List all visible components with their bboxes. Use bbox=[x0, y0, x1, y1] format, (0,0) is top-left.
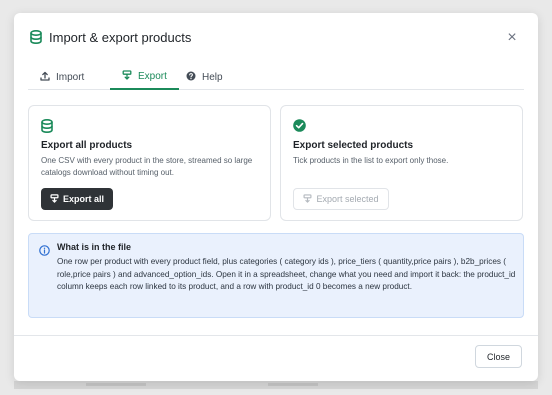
file-info-title: What is in the file bbox=[57, 242, 132, 252]
export-all-description: One CSV with every product in the store,… bbox=[41, 156, 253, 177]
tab-help[interactable]: Help bbox=[174, 65, 235, 90]
export-selected-button[interactable]: Export selected bbox=[293, 188, 389, 210]
download-icon bbox=[50, 193, 63, 205]
export-all-button[interactable]: Export all bbox=[41, 188, 113, 210]
export-selected-description: Tick products in the list to export only… bbox=[293, 156, 449, 165]
close-icon[interactable]: × bbox=[505, 30, 519, 46]
tab-import[interactable]: Import bbox=[28, 65, 96, 90]
upload-icon bbox=[40, 71, 56, 84]
tab-import-label: Import bbox=[56, 72, 85, 83]
background-content bbox=[268, 383, 318, 386]
close-button[interactable]: Close bbox=[475, 345, 522, 368]
download-icon bbox=[303, 193, 316, 205]
export-selected-card: Export selected products Tick products i… bbox=[280, 105, 523, 221]
export-all-card: Export all products One CSV with every p… bbox=[28, 105, 271, 221]
export-all-title: Export all products bbox=[41, 140, 133, 151]
dialog-title: Import & export products bbox=[49, 30, 192, 45]
import-export-dialog: Import & export products × Import Export bbox=[14, 13, 538, 381]
help-icon bbox=[186, 71, 202, 84]
tab-help-label: Help bbox=[202, 72, 223, 83]
tab-export-label: Export bbox=[138, 71, 167, 82]
file-info-callout: What is in the file One row per product … bbox=[28, 233, 524, 318]
background-content bbox=[86, 383, 146, 386]
info-icon bbox=[39, 243, 50, 261]
export-selected-button-label: Export selected bbox=[316, 194, 379, 204]
export-selected-title: Export selected products bbox=[293, 140, 414, 151]
tab-export[interactable]: Export bbox=[110, 65, 179, 90]
database-icon bbox=[30, 29, 42, 45]
database-icon bbox=[41, 118, 53, 138]
footer-divider bbox=[14, 335, 538, 336]
dialog-header: Import & export products × bbox=[14, 13, 538, 65]
check-circle-icon bbox=[293, 119, 306, 137]
file-info-body: One row per product with every product f… bbox=[57, 257, 516, 292]
tab-bar: Import Export Help bbox=[28, 65, 524, 90]
export-all-button-label: Export all bbox=[62, 194, 104, 204]
download-icon bbox=[122, 70, 138, 83]
